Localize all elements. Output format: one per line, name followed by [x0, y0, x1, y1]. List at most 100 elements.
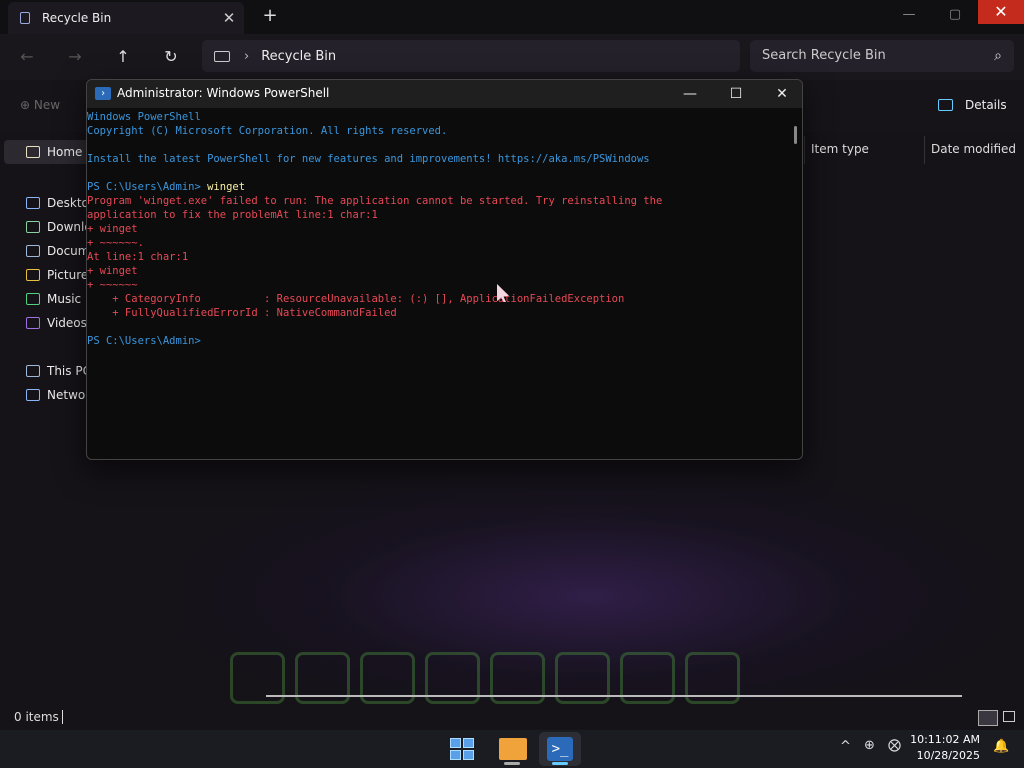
sidebar-item-this-pc[interactable]: This PC: [26, 364, 91, 378]
console-line-text: + winget: [87, 223, 138, 235]
column-divider[interactable]: [804, 136, 805, 164]
up-button[interactable]: ↑: [108, 44, 138, 70]
tab-recycle-bin[interactable]: Recycle Bin ✕: [8, 2, 244, 34]
console-scrollbar[interactable]: [794, 126, 797, 144]
console-line: Windows PowerShell: [87, 110, 792, 124]
column-header-item-type[interactable]: Item type: [811, 142, 869, 156]
console-line-text: application to fix the problemAt line:1 …: [87, 209, 378, 221]
column-header-date-modified[interactable]: Date modified: [931, 142, 1016, 156]
tab-close-button[interactable]: ✕: [214, 9, 244, 27]
console-line-text: + ~~~~~~.: [87, 237, 144, 249]
clock-date: 10/28/2025: [916, 749, 980, 762]
console-line-text: PS C:\Users\Admin>: [87, 335, 201, 347]
console-line-text: + FullyQualifiedErrorId : NativeCommandF…: [87, 307, 397, 319]
ps-close-button[interactable]: ✕: [759, 80, 802, 108]
navigation-bar: ← → ↑ ↻ › Recycle Bin Search Recycle Bin…: [0, 34, 1024, 80]
console-line: application to fix the problemAt line:1 …: [87, 208, 792, 222]
document-icon: [26, 245, 40, 257]
console-line-text: + ~~~~~~: [87, 279, 138, 291]
console-line-text: + winget: [87, 265, 138, 277]
folder-icon: [499, 738, 527, 760]
powershell-icon: ›: [95, 87, 111, 100]
address-bar[interactable]: › Recycle Bin: [202, 40, 740, 72]
details-view-button[interactable]: [978, 710, 998, 726]
windows-start-icon: [450, 738, 474, 760]
powershell-window[interactable]: › Administrator: Windows PowerShell — ☐ …: [86, 79, 803, 460]
chevron-up-icon[interactable]: ^: [840, 739, 851, 754]
details-pane-icon: [938, 99, 953, 111]
home-icon: [26, 146, 40, 158]
powershell-icon: >_: [547, 737, 573, 761]
search-input[interactable]: Search Recycle Bin ⌕: [750, 40, 1014, 72]
powershell-title: Administrator: Windows PowerShell: [117, 86, 330, 100]
details-label: Details: [965, 98, 1007, 112]
search-placeholder: Search Recycle Bin: [762, 48, 886, 63]
taskbar-file-explorer[interactable]: [491, 732, 533, 766]
clock-time: 10:11:02 AM: [910, 733, 980, 746]
search-icon: ⌕: [994, 48, 1002, 64]
console-output[interactable]: Windows PowerShell Copyright (C) Microsof…: [87, 110, 792, 455]
start-button[interactable]: [441, 732, 483, 766]
running-indicator: [504, 762, 520, 765]
console-line: + FullyQualifiedErrorId : NativeCommandF…: [87, 306, 792, 320]
refresh-button[interactable]: ↻: [156, 44, 186, 70]
console-line: + ~~~~~~.: [87, 236, 792, 250]
console-line-text: + CategoryInfo : ResourceUnavailable: (:…: [87, 293, 625, 305]
network-icon[interactable]: ⊕: [864, 738, 875, 753]
details-button[interactable]: Details: [938, 98, 1007, 112]
picture-icon: [26, 269, 40, 281]
tab-title: Recycle Bin: [42, 11, 112, 25]
minimize-button[interactable]: —: [886, 0, 932, 30]
sound-muted-icon[interactable]: ⨂: [888, 738, 901, 753]
clock[interactable]: 10:11:02 AM 10/28/2025: [910, 732, 980, 764]
back-button[interactable]: ←: [12, 44, 42, 70]
console-line: + ~~~~~~: [87, 278, 792, 292]
sidebar-item-label: This PC: [47, 364, 91, 378]
sidebar-item-pictures[interactable]: Pictures: [26, 268, 95, 282]
console-line-text: Program 'winget.exe' failed to run: The …: [87, 195, 663, 207]
console-command: winget: [207, 181, 246, 193]
powershell-titlebar[interactable]: › Administrator: Windows PowerShell — ☐ …: [87, 80, 802, 108]
sidebar-item-label: Music: [47, 292, 82, 306]
sidebar-item-music[interactable]: Music: [26, 292, 81, 306]
status-divider: [62, 710, 63, 724]
recycle-bin-icon: [20, 12, 30, 24]
item-count: 0 items: [14, 710, 59, 724]
console-line: + winget: [87, 222, 792, 236]
chevron-right-icon: ›: [244, 48, 250, 64]
address-text: Recycle Bin: [261, 48, 337, 64]
console-line: PS C:\Users\Admin>: [87, 334, 792, 348]
tab-bar: Recycle Bin ✕ + — ▢ ✕: [0, 0, 1024, 34]
console-line: Copyright (C) Microsoft Corporation. All…: [87, 124, 792, 138]
pc-icon: [26, 365, 40, 377]
console-line: + winget: [87, 264, 792, 278]
sidebar-item-videos[interactable]: Videos: [26, 316, 87, 330]
console-line: + CategoryInfo : ResourceUnavailable: (:…: [87, 292, 792, 306]
network-icon: [26, 389, 40, 401]
new-tab-button[interactable]: +: [258, 5, 282, 26]
forward-button[interactable]: →: [60, 44, 90, 70]
console-line: Install the latest PowerShell for new fe…: [87, 152, 792, 166]
ps-minimize-button[interactable]: —: [667, 80, 713, 108]
taskbar-powershell[interactable]: >_: [539, 732, 581, 766]
ps-maximize-button[interactable]: ☐: [713, 80, 759, 108]
maximize-button[interactable]: ▢: [932, 0, 978, 30]
status-bar: 0 items: [0, 706, 1024, 730]
console-line: Program 'winget.exe' failed to run: The …: [87, 194, 792, 208]
new-button-label: New: [33, 98, 61, 112]
column-divider[interactable]: [924, 136, 925, 164]
new-button[interactable]: ⊕ New: [20, 98, 60, 112]
console-line: At line:1 char:1: [87, 250, 792, 264]
console-line-text: Windows PowerShell: [87, 111, 201, 123]
console-line-text: PS C:\Users\Admin>: [87, 181, 208, 193]
sidebar-item-label: Videos: [47, 316, 87, 330]
music-icon: [26, 293, 40, 305]
notification-bell-icon[interactable]: 🔔: [993, 739, 1009, 754]
close-button[interactable]: ✕: [978, 0, 1024, 24]
tiles-view-button[interactable]: [1003, 711, 1015, 722]
horizontal-scrollbar[interactable]: [266, 695, 962, 697]
console-line-text: Install the latest PowerShell for new fe…: [87, 153, 650, 165]
